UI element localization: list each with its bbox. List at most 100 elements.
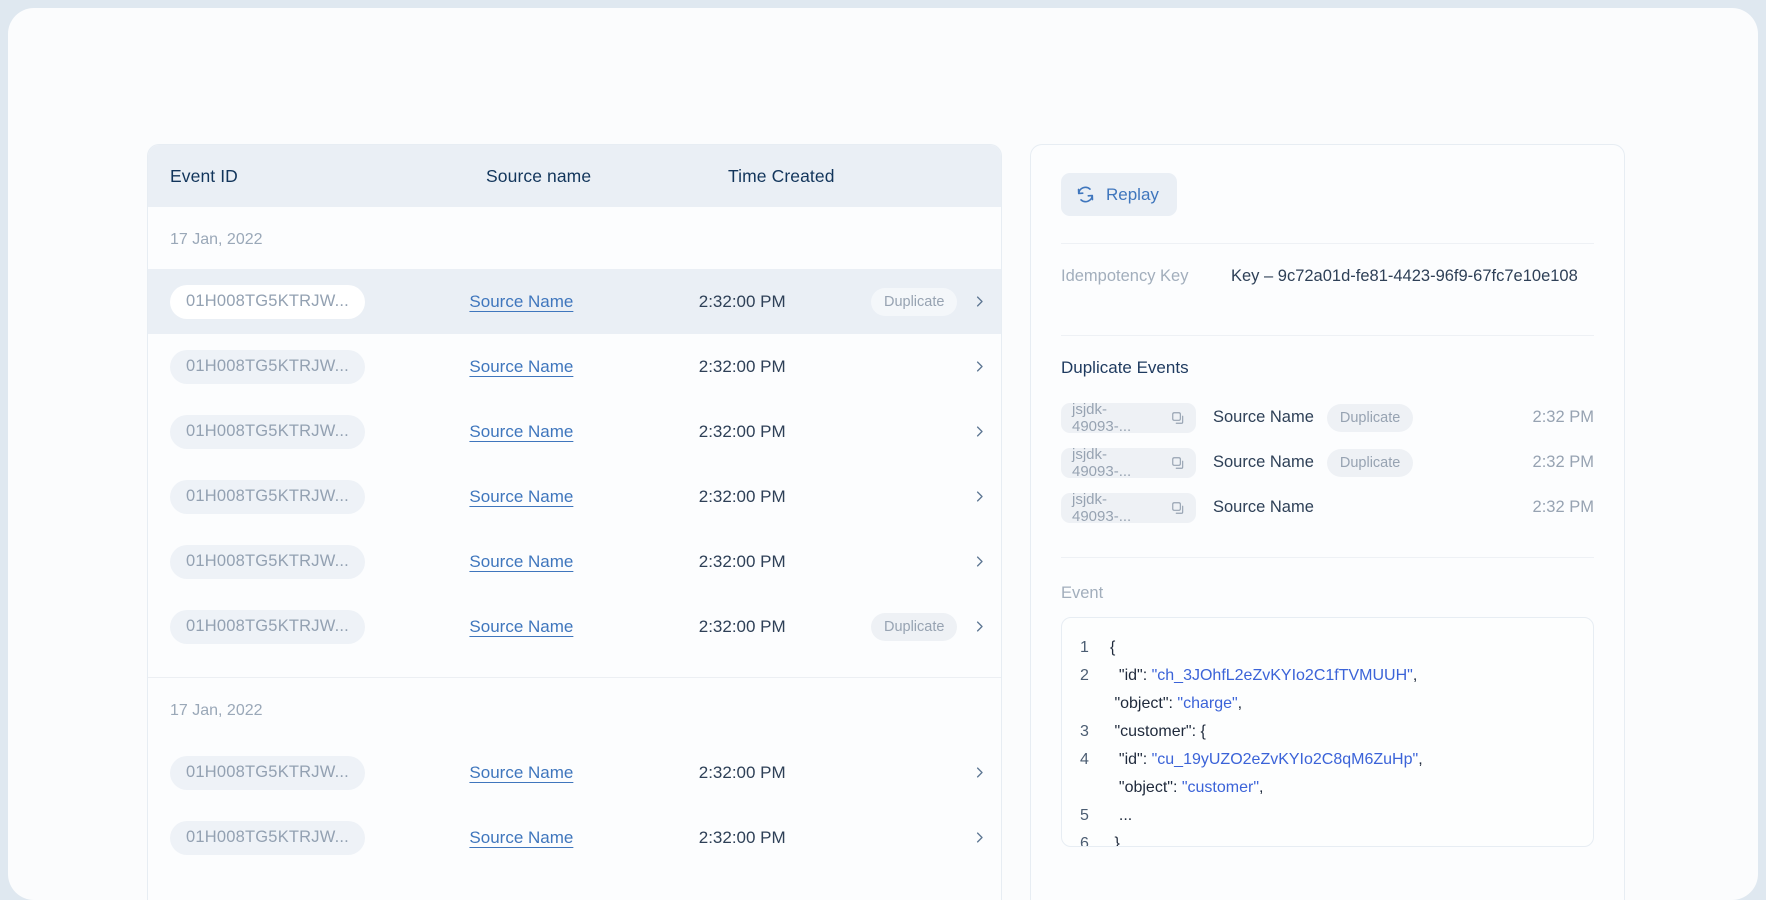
- table-row[interactable]: 01H008TG5KTRJW... Source Name 2:32:00 PM: [148, 529, 1001, 594]
- table-row[interactable]: 01H008TG5KTRJW... Source Name 2:32:00 PM: [148, 740, 1001, 805]
- event-id-chip[interactable]: 01H008TG5KTRJW...: [170, 350, 365, 384]
- code-line: 1 {: [1062, 634, 1593, 662]
- code-line-number: 6: [1080, 830, 1110, 847]
- duplicate-status-badge: Duplicate: [1327, 404, 1413, 432]
- code-line: 3 "customer": {: [1062, 718, 1593, 746]
- event-id-chip[interactable]: 01H008TG5KTRJW...: [170, 610, 365, 644]
- duplicate-events-title: Duplicate Events: [1061, 358, 1594, 378]
- code-line: 4 "id": "cu_19yUZO2eZvKYIo2C8qM6ZuHp",: [1062, 746, 1593, 774]
- source-name-link[interactable]: Source Name: [469, 617, 698, 637]
- table-row[interactable]: 01H008TG5KTRJW... Source Name 2:32:00 PM: [148, 334, 1001, 399]
- duplicate-events-section: Duplicate Events jsjdk-49093-... Source …: [1061, 336, 1594, 530]
- table-row[interactable]: 01H008TG5KTRJW... Source Name 2:32:00 PM…: [148, 269, 1001, 334]
- idempotency-key-row: Idempotency Key Key – 9c72a01d-fe81-4423…: [1061, 244, 1594, 308]
- row-expand-button[interactable]: [957, 765, 1001, 780]
- code-line: "object": "charge",: [1062, 690, 1593, 718]
- row-expand-button[interactable]: [957, 359, 1001, 374]
- events-table-card: Event ID Source name Time Created 17 Jan…: [147, 144, 1002, 900]
- code-line-number: 3: [1080, 718, 1110, 746]
- source-name-link[interactable]: Source Name: [469, 828, 698, 848]
- code-line-text: "customer": {: [1110, 718, 1206, 746]
- duplicate-event-row[interactable]: jsjdk-49093-... Source Name 2:32 PM: [1061, 485, 1594, 530]
- copy-icon[interactable]: [1171, 456, 1185, 470]
- duplicate-events-list: jsjdk-49093-... Source Name Duplicate 2:…: [1061, 395, 1594, 530]
- event-id-chip[interactable]: 01H008TG5KTRJW...: [170, 285, 365, 319]
- event-id-cell: 01H008TG5KTRJW...: [170, 480, 469, 514]
- code-line-text: "id": "ch_3JOhfL2eZvKYIo2C1fTVMUUH",: [1110, 662, 1417, 690]
- row-expand-button[interactable]: [957, 489, 1001, 504]
- table-date-group-label: 17 Jan, 2022: [148, 207, 1001, 269]
- duplicate-event-row[interactable]: jsjdk-49093-... Source Name Duplicate 2:…: [1061, 395, 1594, 440]
- code-line: 2 "id": "ch_3JOhfL2eZvKYIo2C1fTVMUUH",: [1062, 662, 1593, 690]
- event-json-code-block[interactable]: 1 {2 "id": "ch_3JOhfL2eZvKYIo2C1fTVMUUH"…: [1061, 617, 1594, 847]
- row-expand-button[interactable]: [957, 424, 1001, 439]
- events-table-body: 17 Jan, 2022 01H008TG5KTRJW... Source Na…: [148, 207, 1001, 870]
- event-detail-panel: Replay Idempotency Key Key – 9c72a01d-fe…: [1030, 144, 1625, 900]
- duplicate-event-id-chip[interactable]: jsjdk-49093-...: [1061, 448, 1196, 478]
- replay-button[interactable]: Replay: [1061, 173, 1177, 216]
- copy-icon[interactable]: [1171, 501, 1185, 515]
- column-header-source-name: Source name: [486, 166, 728, 187]
- duplicate-event-source-name: Source Name: [1213, 408, 1314, 427]
- table-row[interactable]: 01H008TG5KTRJW... Source Name 2:32:00 PM: [148, 399, 1001, 464]
- code-line: 6 }: [1062, 830, 1593, 847]
- code-line-text: "id": "cu_19yUZO2eZvKYIo2C8qM6ZuHp",: [1110, 746, 1423, 774]
- code-line-number: 2: [1080, 662, 1110, 690]
- code-line: "object": "customer",: [1062, 774, 1593, 802]
- row-badge-cell: Duplicate: [865, 288, 958, 316]
- status-badge: Duplicate: [871, 288, 957, 316]
- column-header-time-created: Time Created: [728, 166, 928, 187]
- table-date-group-label: 17 Jan, 2022: [148, 678, 1001, 740]
- source-name-link[interactable]: Source Name: [469, 357, 698, 377]
- event-id-chip[interactable]: 01H008TG5KTRJW...: [170, 545, 365, 579]
- row-expand-button[interactable]: [957, 619, 1001, 634]
- row-expand-button[interactable]: [957, 830, 1001, 845]
- duplicate-event-row[interactable]: jsjdk-49093-... Source Name Duplicate 2:…: [1061, 440, 1594, 485]
- events-table-header: Event ID Source name Time Created: [148, 145, 1001, 207]
- row-expand-button[interactable]: [957, 294, 1001, 309]
- code-line-text: "object": "charge",: [1110, 690, 1242, 718]
- source-name-link[interactable]: Source Name: [469, 422, 698, 442]
- event-id-chip[interactable]: 01H008TG5KTRJW...: [170, 415, 365, 449]
- row-badge-cell: Duplicate: [865, 613, 958, 641]
- event-id-cell: 01H008TG5KTRJW...: [170, 756, 469, 790]
- time-created-cell: 2:32:00 PM: [699, 292, 865, 312]
- source-name-link[interactable]: Source Name: [469, 763, 698, 783]
- event-json-label: Event: [1061, 584, 1594, 603]
- duplicate-event-id-chip[interactable]: jsjdk-49093-...: [1061, 403, 1196, 433]
- duplicate-event-id-text: jsjdk-49093-...: [1072, 401, 1164, 435]
- code-line-text: ...: [1110, 802, 1132, 830]
- refresh-icon: [1076, 185, 1095, 204]
- event-id-cell: 01H008TG5KTRJW...: [170, 350, 469, 384]
- code-line-text: "object": "customer",: [1110, 774, 1263, 802]
- replay-button-label: Replay: [1106, 185, 1159, 205]
- duplicate-event-id-chip[interactable]: jsjdk-49093-...: [1061, 493, 1196, 523]
- table-row[interactable]: 01H008TG5KTRJW... Source Name 2:32:00 PM: [148, 464, 1001, 529]
- source-name-link[interactable]: Source Name: [469, 552, 698, 572]
- code-line-text: {: [1110, 634, 1115, 662]
- time-created-cell: 2:32:00 PM: [699, 552, 865, 572]
- status-badge: Duplicate: [871, 613, 957, 641]
- code-line-number: 5: [1080, 802, 1110, 830]
- code-line: 5 ...: [1062, 802, 1593, 830]
- time-created-cell: 2:32:00 PM: [699, 487, 865, 507]
- table-row[interactable]: 01H008TG5KTRJW... Source Name 2:32:00 PM: [148, 805, 1001, 870]
- idempotency-key-label: Idempotency Key: [1061, 267, 1231, 286]
- time-created-cell: 2:32:00 PM: [699, 617, 865, 637]
- event-id-chip[interactable]: 01H008TG5KTRJW...: [170, 756, 365, 790]
- time-created-cell: 2:32:00 PM: [699, 422, 865, 442]
- source-name-link[interactable]: Source Name: [469, 292, 698, 312]
- copy-icon[interactable]: [1171, 411, 1185, 425]
- source-name-link[interactable]: Source Name: [469, 487, 698, 507]
- duplicate-event-source-name: Source Name: [1213, 453, 1314, 472]
- event-id-cell: 01H008TG5KTRJW...: [170, 821, 469, 855]
- code-line-number: 1: [1080, 634, 1110, 662]
- event-id-cell: 01H008TG5KTRJW...: [170, 545, 469, 579]
- table-row[interactable]: 01H008TG5KTRJW... Source Name 2:32:00 PM…: [148, 594, 1001, 659]
- event-id-cell: 01H008TG5KTRJW...: [170, 415, 469, 449]
- event-id-chip[interactable]: 01H008TG5KTRJW...: [170, 821, 365, 855]
- time-created-cell: 2:32:00 PM: [699, 357, 865, 377]
- event-id-chip[interactable]: 01H008TG5KTRJW...: [170, 480, 365, 514]
- idempotency-key-value: Key – 9c72a01d-fe81-4423-96f9-67fc7e10e1…: [1231, 267, 1578, 286]
- row-expand-button[interactable]: [957, 554, 1001, 569]
